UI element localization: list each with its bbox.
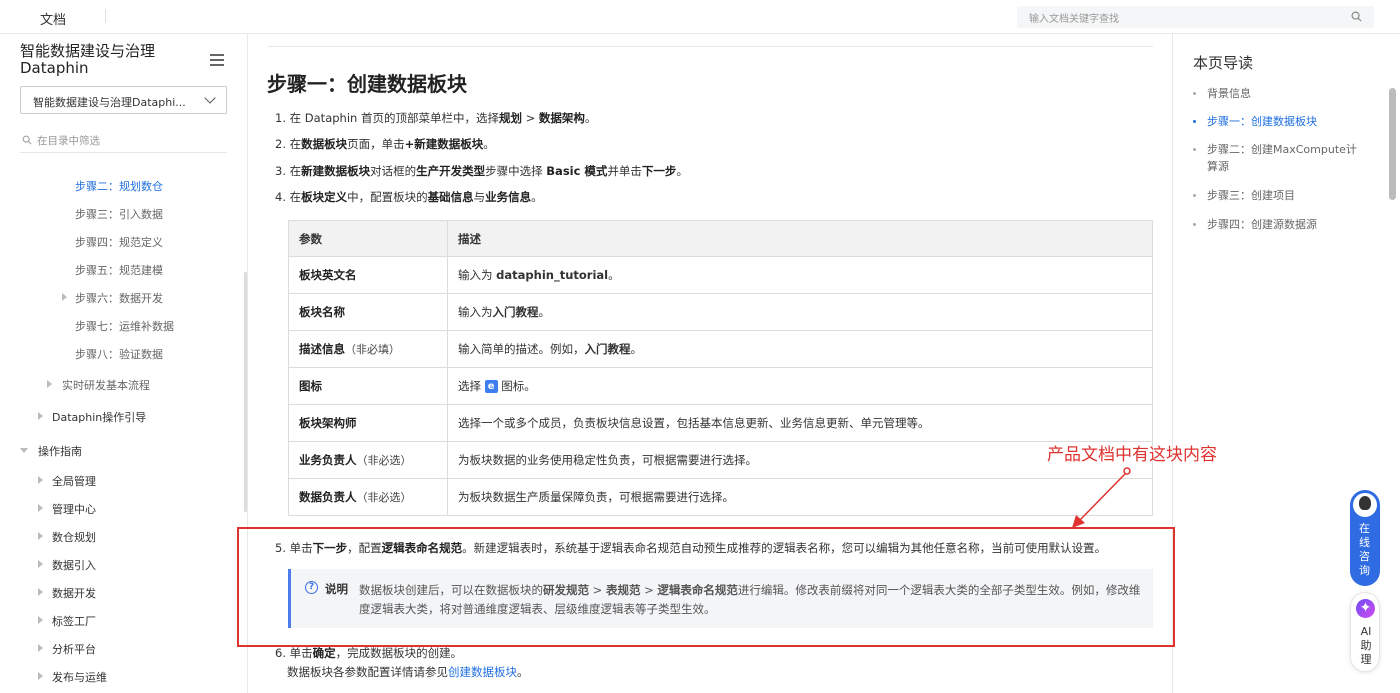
divider — [268, 46, 1153, 47]
sidebar-item-step7[interactable]: 步骤七：运维补数据 — [75, 318, 174, 334]
collapse-arrow-icon[interactable] — [20, 448, 28, 453]
expand-arrow-icon[interactable] — [62, 293, 67, 301]
highlight-box — [237, 527, 1175, 647]
sidebar-item-import[interactable]: 数据引入 — [52, 557, 96, 573]
params-table: 参数 描述 板块英文名 输入为 dataphin_tutorial。 板块名称 … — [288, 220, 1153, 516]
search-placeholder: 输入文档关键字查找 — [1029, 14, 1119, 25]
toc-item[interactable]: 背景信息 — [1193, 85, 1357, 102]
top-bar: 文档 输入文档关键字查找 — [0, 0, 1400, 34]
step-1: 1. 在 Dataphin 首页的顶部菜单栏中，选择规划 > 数据架构。 — [275, 111, 597, 125]
expand-arrow-icon[interactable] — [38, 532, 43, 540]
sidebar: 智能数据建设与治理 Dataphin 智能数据建设与治理Dataphi... 在… — [0, 34, 248, 693]
sidebar-item-realtime[interactable]: 实时研发基本流程 — [62, 377, 150, 393]
sidebar-item-step3[interactable]: 步骤三：引入数据 — [75, 206, 163, 222]
step-6-ref: 数据板块各参数配置详情请参见创建数据板块。 — [287, 665, 529, 679]
product-select-value: 智能数据建设与治理Dataphi... — [33, 96, 186, 109]
table-row: 业务负责人（非必选） 为板块数据的业务使用稳定性负责，可根据需要进行选择。 — [288, 441, 1153, 479]
sidebar-item-admin[interactable]: 管理中心 — [52, 501, 96, 517]
block-e-icon: e — [484, 380, 498, 393]
param-name: 板块英文名 — [288, 256, 448, 294]
expand-arrow-icon[interactable] — [38, 616, 43, 624]
sidebar-item-step2[interactable]: 步骤二：规划数仓 — [75, 178, 163, 194]
avatar — [1353, 493, 1377, 517]
sidebar-item-step4[interactable]: 步骤四：规范定义 — [75, 234, 163, 250]
param-desc: 输入简单的描述。例如，入门教程。 — [447, 330, 1153, 368]
sidebar-item-tags[interactable]: 标签工厂 — [52, 613, 96, 629]
param-desc: 选择 e 图标。 — [447, 367, 1153, 405]
divider — [105, 9, 106, 23]
directory-filter-input[interactable]: 在目录中筛选 — [20, 129, 227, 153]
expand-arrow-icon[interactable] — [38, 560, 43, 568]
ai-assistant-button[interactable]: ✦ AI助理 — [1350, 592, 1380, 672]
toc-title: 本页导读 — [1193, 54, 1254, 72]
table-row: 板块架构师 选择一个或多个成员，负责板块信息设置，包括基本信息更新、业务信息更新… — [288, 404, 1153, 442]
step-6: 6. 单击确定，完成数据板块的创建。 — [275, 646, 463, 660]
filter-placeholder: 在目录中筛选 — [37, 135, 100, 147]
table-row: 板块名称 输入为入门教程。 — [288, 293, 1153, 331]
expand-arrow-icon[interactable] — [38, 672, 43, 680]
table-header: 描述 — [447, 220, 1153, 257]
sidebar-item-global[interactable]: 全局管理 — [52, 473, 96, 489]
expand-arrow-icon[interactable] — [38, 476, 43, 484]
ai-label: AI助理 — [1360, 625, 1372, 666]
toc-item[interactable]: 步骤三：创建项目 — [1193, 187, 1357, 204]
param-desc: 输入为入门教程。 — [447, 293, 1153, 331]
expand-arrow-icon[interactable] — [38, 504, 43, 512]
toc-item[interactable]: 步骤四：创建源数据源 — [1193, 216, 1357, 233]
step-2: 2. 在数据板块页面，单击+新建数据板块。 — [275, 137, 495, 151]
expand-arrow-icon[interactable] — [38, 644, 43, 652]
product-title: 智能数据建设与治理 Dataphin — [20, 43, 170, 77]
docs-tab[interactable]: 文档 — [40, 9, 66, 28]
param-name: 业务负责人（非必选） — [288, 441, 448, 479]
search-icon — [22, 135, 32, 145]
search-input[interactable]: 输入文档关键字查找 — [1017, 6, 1374, 28]
create-block-link[interactable]: 创建数据板块 — [448, 665, 517, 679]
table-header: 参数 — [288, 220, 448, 257]
param-name: 板块架构师 — [288, 404, 448, 442]
sidebar-item-release[interactable]: 发布与运维 — [52, 669, 107, 685]
search-icon[interactable] — [1351, 11, 1362, 22]
menu-icon[interactable] — [210, 54, 224, 66]
param-name: 数据负责人（非必选） — [288, 478, 448, 516]
param-name: 描述信息（非必填） — [288, 330, 448, 368]
table-row: 板块英文名 输入为 dataphin_tutorial。 — [288, 256, 1153, 294]
consult-label: 在线咨询 — [1359, 522, 1370, 577]
param-name: 板块名称 — [288, 293, 448, 331]
toc-item-active[interactable]: 步骤一：创建数据板块 — [1193, 113, 1357, 130]
sparkle-icon: ✦ — [1356, 599, 1375, 618]
sidebar-item-step6[interactable]: 步骤六：数据开发 — [75, 290, 163, 306]
sidebar-item-step5[interactable]: 步骤五：规范建模 — [75, 262, 163, 278]
expand-arrow-icon[interactable] — [38, 412, 43, 420]
sidebar-item-dev[interactable]: 数据开发 — [52, 585, 96, 601]
sidebar-item-analysis[interactable]: 分析平台 — [52, 641, 96, 657]
param-desc: 选择一个或多个成员，负责板块信息设置，包括基本信息更新、业务信息更新、单元管理等… — [447, 404, 1153, 442]
table-row: 图标 选择 e 图标。 — [288, 367, 1153, 405]
expand-arrow-icon[interactable] — [38, 588, 43, 596]
sidebar-scrollbar[interactable] — [244, 272, 247, 512]
param-name: 图标 — [288, 367, 448, 405]
product-title-text: 智能数据建设与治理 Dataphin — [20, 42, 156, 77]
toc-item[interactable]: 步骤二：创建MaxCompute计算源 — [1193, 141, 1357, 175]
page-scrollbar[interactable] — [1389, 88, 1396, 200]
online-consult-button[interactable]: 在线咨询 — [1350, 490, 1380, 586]
param-desc: 输入为 dataphin_tutorial。 — [447, 256, 1153, 294]
chevron-down-icon — [204, 92, 216, 104]
table-row: 数据负责人（非必选） 为板块数据生产质量保障负责，可根据需要进行选择。 — [288, 478, 1153, 516]
sidebar-item-guide[interactable]: Dataphin操作引导 — [52, 409, 146, 425]
product-select[interactable]: 智能数据建设与治理Dataphi... — [20, 86, 227, 114]
expand-arrow-icon[interactable] — [47, 380, 52, 388]
step-4: 4. 在板块定义中，配置板块的基础信息与业务信息。 — [275, 190, 543, 204]
sidebar-item-planning[interactable]: 数仓规划 — [52, 529, 96, 545]
step-3: 3. 在新建数据板块对话框的生产开发类型步骤中选择 Basic 模式并单击下一步… — [275, 164, 688, 178]
table-row: 描述信息（非必填） 输入简单的描述。例如，入门教程。 — [288, 330, 1153, 368]
param-desc: 为板块数据生产质量保障负责，可根据需要进行选择。 — [447, 478, 1153, 516]
page-title: 步骤一：创建数据板块 — [267, 72, 467, 96]
sidebar-item-step8[interactable]: 步骤八：验证数据 — [75, 346, 163, 362]
table-header-row: 参数 描述 — [288, 220, 1153, 257]
sidebar-item-ops-guide[interactable]: 操作指南 — [38, 443, 82, 459]
annotation-arrow-icon — [1072, 467, 1131, 528]
